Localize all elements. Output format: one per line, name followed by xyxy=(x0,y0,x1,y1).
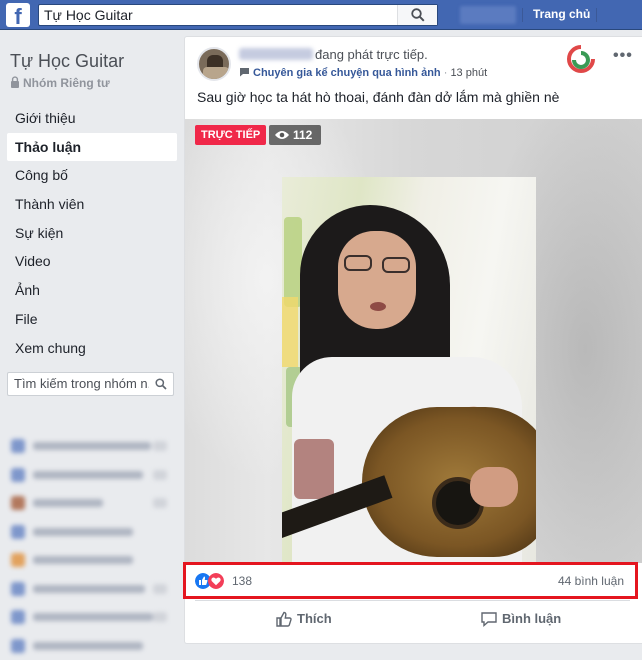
video-frame xyxy=(282,177,536,563)
nav-item-announcements[interactable]: Công bố xyxy=(7,161,177,190)
viewer-count: 112 xyxy=(293,128,312,142)
top-navigation-bar: f Trang chủ xyxy=(0,0,642,30)
nav-item-events[interactable]: Sự kiện xyxy=(7,219,177,248)
chat-bubble-icon xyxy=(239,67,250,77)
search-box xyxy=(38,4,438,26)
profile-link[interactable] xyxy=(460,6,516,24)
nav-item-watch-party[interactable]: Xem chung xyxy=(7,334,177,363)
post-caption: Sau giờ học ta hát hò thoai, đánh đàn dở… xyxy=(197,89,559,105)
live-badge: TRỰC TIẾP xyxy=(195,125,266,145)
lock-icon xyxy=(10,76,20,88)
comment-icon xyxy=(480,610,498,628)
search-icon xyxy=(411,8,425,22)
shortcut-item[interactable] xyxy=(7,632,177,660)
blurred-shortcuts-list xyxy=(7,410,177,660)
shortcut-item[interactable] xyxy=(7,603,177,632)
group-privacy: Nhóm Riêng tư xyxy=(10,76,110,90)
group-sidebar: Tự Học Guitar Nhóm Riêng tư Giới thiệu T… xyxy=(0,30,183,644)
live-video-player[interactable] xyxy=(185,119,642,563)
live-status-text: đang phát trực tiếp. xyxy=(315,47,428,62)
group-search-box xyxy=(7,372,174,396)
post-meta: Chuyên gia kể chuyện qua hình ảnh · 13 p… xyxy=(239,67,487,79)
comment-count[interactable]: 44 bình luận xyxy=(540,574,624,588)
poster-avatar[interactable] xyxy=(197,47,231,81)
nav-item-about[interactable]: Giới thiệu xyxy=(7,104,177,133)
like-label: Thích xyxy=(297,608,332,630)
nav-item-files[interactable]: File xyxy=(7,305,177,334)
search-input[interactable] xyxy=(44,7,394,23)
post-options-button[interactable]: ••• xyxy=(613,47,633,65)
poster-name-redacted[interactable] xyxy=(239,48,313,60)
shortcut-item[interactable] xyxy=(7,432,177,461)
group-nav: Giới thiệu Thảo luận Công bố Thành viên … xyxy=(7,104,177,362)
nav-item-discussion[interactable]: Thảo luận xyxy=(7,133,177,162)
nav-item-photos[interactable]: Ảnh xyxy=(7,276,177,305)
app-link[interactable]: Chuyên gia kể chuyện qua hình ảnh xyxy=(253,67,441,79)
shortcut-item[interactable] xyxy=(7,489,177,518)
shortcut-item[interactable] xyxy=(7,546,177,575)
comment-button[interactable]: Bình luận xyxy=(480,608,570,630)
group-title[interactable]: Tự Học Guitar xyxy=(10,51,124,72)
thumbs-up-icon xyxy=(275,610,293,628)
post-time[interactable]: 13 phút xyxy=(450,67,487,79)
privacy-label: Nhóm Riêng tư xyxy=(23,76,110,90)
search-icon[interactable] xyxy=(155,378,167,390)
reaction-count[interactable]: 138 xyxy=(232,574,252,588)
nav-item-videos[interactable]: Video xyxy=(7,247,177,276)
divider xyxy=(522,8,523,22)
viewer-count-badge: 112 xyxy=(269,125,321,145)
divider xyxy=(195,600,630,601)
divider xyxy=(596,8,597,22)
facebook-logo-icon[interactable]: f xyxy=(6,3,30,27)
search-button[interactable] xyxy=(397,5,437,25)
meta-separator: · xyxy=(444,67,448,79)
group-search-input[interactable] xyxy=(14,376,149,391)
love-reaction-icon xyxy=(208,573,224,589)
shortcut-item[interactable] xyxy=(7,518,177,547)
like-button[interactable]: Thích xyxy=(275,608,345,630)
nav-item-members[interactable]: Thành viên xyxy=(7,190,177,219)
home-link[interactable]: Trang chủ xyxy=(533,7,590,21)
comment-label: Bình luận xyxy=(502,608,561,630)
shortcut-item[interactable] xyxy=(7,575,177,604)
eye-icon xyxy=(274,130,290,140)
shortcuts-header xyxy=(7,410,177,432)
brand-watermark-logo xyxy=(553,43,609,91)
shortcut-item[interactable] xyxy=(7,461,177,490)
